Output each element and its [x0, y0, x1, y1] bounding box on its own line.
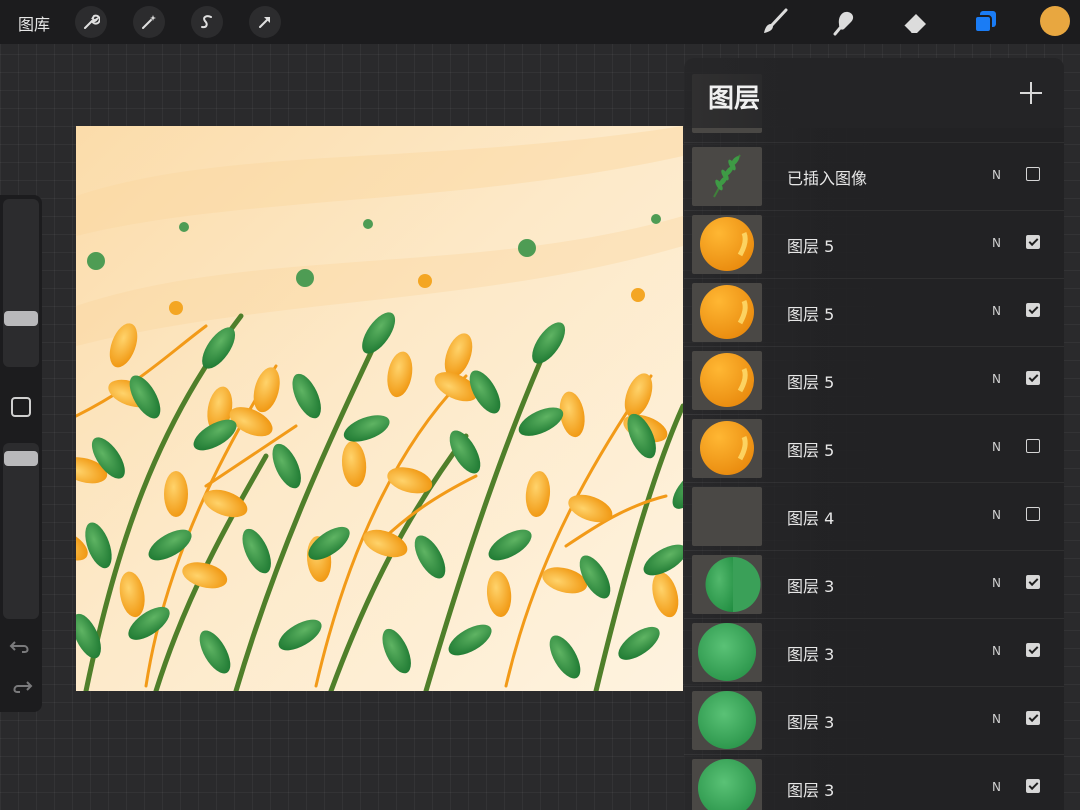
layer-visibility-checkbox[interactable]	[1026, 167, 1040, 181]
blend-mode-button[interactable]: N	[992, 372, 1001, 386]
blend-mode-button[interactable]: N	[992, 576, 1001, 590]
wrench-icon[interactable]	[75, 6, 107, 38]
layers-icon[interactable]	[967, 4, 1003, 40]
layer-visibility-checkbox[interactable]	[1026, 439, 1040, 453]
layer-name: 图层 5	[787, 305, 835, 324]
smudge-icon[interactable]	[827, 4, 863, 40]
blend-mode-button[interactable]: N	[992, 508, 1001, 522]
layer-thumbnail	[692, 555, 762, 614]
layer-visibility-checkbox[interactable]	[1026, 711, 1040, 725]
blend-mode-button[interactable]: N	[992, 712, 1001, 726]
left-sidebar	[0, 195, 42, 712]
magic-wand-icon[interactable]	[133, 6, 165, 38]
drawing-canvas[interactable]	[76, 126, 683, 691]
layer-thumbnail	[692, 419, 762, 478]
layer-name: 图层 5	[787, 237, 835, 256]
blend-mode-button[interactable]: N	[992, 304, 1001, 318]
blend-mode-button[interactable]: N	[992, 440, 1001, 454]
layer-thumbnail	[692, 623, 762, 682]
blend-mode-button[interactable]: N	[992, 780, 1001, 794]
opacity-slider[interactable]	[3, 443, 39, 619]
opacity-handle[interactable]	[4, 451, 38, 466]
layers-panel: 已插入图像 N 图层 5 N 图层 5 N 图层 5 N 图层 5 N 图层 4 N 图层 3 N 图层 3…	[684, 58, 1064, 810]
layer-thumbnail	[692, 759, 762, 810]
layer-row[interactable]: 图层 5 N	[684, 210, 1064, 278]
layer-visibility-checkbox[interactable]	[1026, 575, 1040, 589]
top-toolbar: 图库	[0, 0, 1080, 44]
layer-name: 图层 4	[787, 509, 835, 528]
layer-visibility-checkbox[interactable]	[1026, 507, 1040, 521]
layer-row[interactable]: 图层 3 N	[684, 686, 1064, 754]
layer-name: 已插入图像	[787, 169, 868, 188]
gallery-button[interactable]: 图库	[18, 11, 50, 35]
layer-name: 图层 3	[787, 645, 835, 664]
layer-row[interactable]: 图层 4 N	[684, 482, 1064, 550]
layer-thumbnail	[692, 487, 762, 546]
brush-size-handle[interactable]	[4, 311, 38, 326]
layer-row[interactable]: 图层 3 N	[684, 618, 1064, 686]
layer-name: 图层 5	[787, 373, 835, 392]
layer-thumbnail	[692, 147, 762, 206]
eraser-icon[interactable]	[897, 4, 933, 40]
layer-visibility-checkbox[interactable]	[1026, 779, 1040, 793]
add-layer-button[interactable]	[1020, 82, 1042, 104]
transform-arrow-icon[interactable]	[249, 6, 281, 38]
layer-visibility-checkbox[interactable]	[1026, 371, 1040, 385]
layer-thumbnail	[692, 215, 762, 274]
layer-name: 图层 3	[787, 577, 835, 596]
blend-mode-button[interactable]: N	[992, 168, 1001, 182]
undo-icon[interactable]	[8, 635, 34, 659]
brush-size-slider[interactable]	[3, 199, 39, 367]
layer-thumbnail	[692, 691, 762, 750]
layer-visibility-checkbox[interactable]	[1026, 643, 1040, 657]
layer-name: 图层 3	[787, 781, 835, 800]
layer-row[interactable]: 图层 5 N	[684, 278, 1064, 346]
layer-row[interactable]: 图层 5 N	[684, 346, 1064, 414]
panel-title: 图层	[708, 84, 761, 114]
layer-thumbnail	[692, 351, 762, 410]
layer-row[interactable]: 图层 3 N	[684, 754, 1064, 810]
layer-row[interactable]: 图层 5 N	[684, 414, 1064, 482]
blend-mode-button[interactable]: N	[992, 644, 1001, 658]
layer-name: 图层 5	[787, 441, 835, 460]
layer-thumbnail	[692, 283, 762, 342]
redo-icon[interactable]	[8, 675, 34, 699]
color-picker-button[interactable]	[1040, 6, 1070, 36]
brush-icon[interactable]	[757, 4, 793, 40]
layer-row[interactable]: 图层 3 N	[684, 550, 1064, 618]
layer-row[interactable]: 已插入图像 N	[684, 142, 1064, 210]
layer-visibility-checkbox[interactable]	[1026, 303, 1040, 317]
modify-button[interactable]	[11, 397, 31, 417]
selection-s-icon[interactable]	[191, 6, 223, 38]
blend-mode-button[interactable]: N	[992, 236, 1001, 250]
layer-visibility-checkbox[interactable]	[1026, 235, 1040, 249]
layer-name: 图层 3	[787, 713, 835, 732]
